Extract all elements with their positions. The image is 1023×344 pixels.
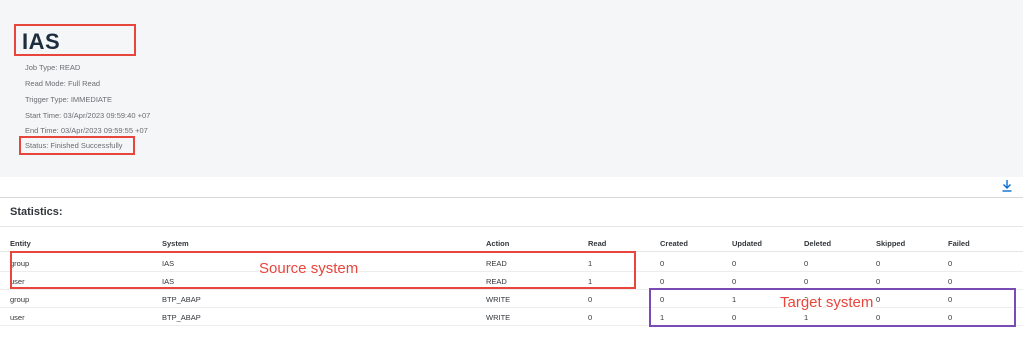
- job-header: IAS Job Type: READ Read Mode: Full Read …: [0, 0, 1023, 174]
- column-header-entity[interactable]: Entity: [10, 239, 31, 248]
- cell-deleted: 0: [804, 259, 809, 268]
- cell-system: IAS: [162, 259, 175, 268]
- cell-updated: 1: [732, 295, 737, 304]
- download-icon[interactable]: [1001, 179, 1013, 193]
- start-time: Start Time: 03/Apr/2023 09:59:40 +07: [25, 111, 151, 120]
- table-row: group IAS READ 1 0 0 0 0 0: [0, 254, 1023, 272]
- cell-failed: 0: [948, 259, 953, 268]
- job-type: Job Type: READ: [25, 63, 81, 72]
- column-header-created[interactable]: Created: [660, 239, 688, 248]
- cell-entity: group: [10, 295, 30, 304]
- cell-read: 1: [588, 277, 593, 286]
- table-row: user IAS READ 1 0 0 0 0 0: [0, 272, 1023, 290]
- cell-skipped: 0: [876, 259, 881, 268]
- cell-system: BTP_ABAP: [162, 313, 201, 322]
- cell-failed: 0: [948, 313, 953, 322]
- cell-skipped: 0: [876, 295, 881, 304]
- download-toolbar: [0, 177, 1023, 197]
- source-system-annotation: Source system: [259, 260, 359, 277]
- cell-entity: user: [10, 277, 25, 286]
- column-header-skipped[interactable]: Skipped: [876, 239, 905, 248]
- cell-updated: 0: [732, 277, 737, 286]
- target-system-annotation: Target system: [780, 294, 874, 311]
- cell-created: 0: [660, 295, 665, 304]
- statistics-title: Statistics:: [10, 206, 63, 218]
- job-title: IAS: [22, 29, 61, 54]
- column-header-system[interactable]: System: [162, 239, 189, 248]
- cell-skipped: 0: [876, 277, 881, 286]
- statistics-table-header: Entity System Action Read Created Update…: [0, 236, 1023, 252]
- cell-entity: group: [10, 259, 30, 268]
- cell-system: IAS: [162, 277, 175, 286]
- cell-read: 0: [588, 295, 593, 304]
- job-status: Status: Finished Successfully: [25, 141, 123, 150]
- cell-skipped: 0: [876, 313, 881, 322]
- cell-created: 0: [660, 277, 665, 286]
- cell-created: 0: [660, 259, 665, 268]
- statistics-divider: [0, 226, 1023, 227]
- cell-action: WRITE: [486, 295, 511, 304]
- end-time: End Time: 03/Apr/2023 09:59:55 +07: [25, 126, 148, 135]
- cell-created: 1: [660, 313, 665, 322]
- cell-read: 0: [588, 313, 593, 322]
- column-header-action[interactable]: Action: [486, 239, 509, 248]
- trigger-type: Trigger Type: IMMEDIATE: [25, 95, 112, 104]
- column-header-deleted[interactable]: Deleted: [804, 239, 831, 248]
- statistics-panel: Statistics: Entity System Action Read Cr…: [0, 198, 1023, 344]
- column-header-updated[interactable]: Updated: [732, 239, 762, 248]
- cell-failed: 0: [948, 277, 953, 286]
- cell-action: READ: [486, 277, 507, 286]
- cell-action: READ: [486, 259, 507, 268]
- column-header-read[interactable]: Read: [588, 239, 606, 248]
- cell-updated: 0: [732, 313, 737, 322]
- cell-system: BTP_ABAP: [162, 295, 201, 304]
- cell-read: 1: [588, 259, 593, 268]
- cell-failed: 0: [948, 295, 953, 304]
- column-header-failed[interactable]: Failed: [948, 239, 970, 248]
- cell-action: WRITE: [486, 313, 511, 322]
- cell-entity: user: [10, 313, 25, 322]
- cell-updated: 0: [732, 259, 737, 268]
- read-mode: Read Mode: Full Read: [25, 79, 101, 88]
- cell-deleted: 0: [804, 277, 809, 286]
- cell-deleted: 1: [804, 313, 809, 322]
